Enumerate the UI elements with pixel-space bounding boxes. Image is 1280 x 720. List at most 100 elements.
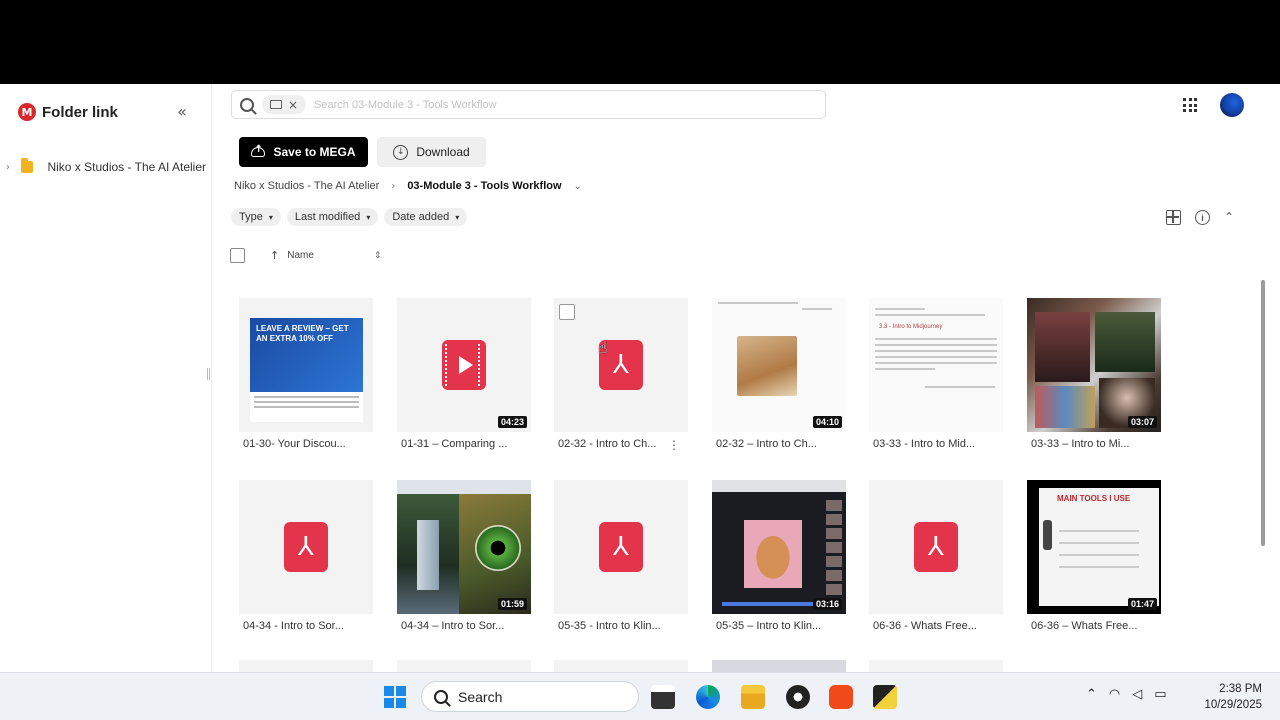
download-button[interactable]: ↓ Download [377, 137, 486, 167]
sidebar-resize-handle[interactable] [207, 368, 210, 380]
file-card-partial[interactable] [869, 660, 1003, 672]
file-thumbnail[interactable]: MAIN TOOLS I USE 01:47 [1027, 480, 1161, 614]
file-card[interactable]: MAIN TOOLS I USE 01:47 06-36 – Whats Fre… [1027, 480, 1161, 632]
eye-artwork-frame [397, 480, 531, 614]
scrollbar-thumb[interactable] [1261, 280, 1265, 546]
chevron-down-icon[interactable]: ⌄ [574, 181, 582, 192]
grid-view-icon[interactable] [1166, 210, 1181, 225]
file-card[interactable]: 04:10 02-32 – Intro to Ch... [712, 298, 846, 450]
taskbar-search[interactable]: Search [421, 681, 639, 712]
file-thumbnail[interactable]: 03:16 [712, 480, 846, 614]
wifi-icon[interactable]: ◠ [1109, 687, 1120, 702]
battery-icon[interactable]: ▭ [1154, 687, 1166, 702]
file-card[interactable]: ⅄ 05-35 - Intro to Klin... [554, 480, 688, 632]
file-thumbnail[interactable]: 04:23 [397, 298, 531, 432]
file-card[interactable]: ⅄ 02-32 - Intro to Ch... ⋮ [554, 298, 688, 452]
file-name: 05-35 – Intro to Klin... [716, 620, 822, 632]
file-card-partial[interactable] [397, 660, 531, 672]
file-card-partial[interactable] [712, 660, 846, 672]
file-card[interactable]: 04:23 01-31 – Comparing ... [397, 298, 531, 450]
doc-heading: 3.3 - Intro to Midjourney [879, 324, 943, 330]
taskbar: Search ⌃ ◠ ◁ ▭ 2:38 PM 10/29/2025 [0, 672, 1280, 720]
save-to-mega-label: Save to MEGA [273, 145, 356, 159]
file-thumbnail[interactable]: 01:59 [397, 480, 531, 614]
search-bar[interactable]: × Search 03-Module 3 - Tools Workflow [231, 90, 826, 119]
obs-icon[interactable] [786, 685, 810, 709]
sort-label: Name [287, 250, 314, 261]
file-card-partial[interactable] [239, 660, 373, 672]
save-to-mega-button[interactable]: Save to MEGA [239, 137, 368, 167]
collapse-up-icon[interactable]: ⌃ [1224, 210, 1234, 225]
video-duration: 03:16 [812, 598, 842, 610]
apps-grid-icon[interactable] [1183, 98, 1197, 112]
pdf-icon: ⅄ [284, 522, 328, 572]
chevron-down-icon: ▾ [366, 212, 371, 222]
breadcrumb-root[interactable]: Niko x Studios - The AI Atelier [234, 180, 379, 192]
breadcrumb-current[interactable]: 03-Module 3 - Tools Workflow [407, 180, 561, 192]
brand[interactable]: M Folder link [18, 103, 118, 121]
tree-item-root-folder[interactable]: › Niko x Studios - The AI Atelier [6, 156, 206, 178]
more-options-icon[interactable]: ⋮ [668, 438, 680, 452]
file-thumbnail[interactable]: ⅄ [554, 298, 688, 432]
sticky-notes-icon[interactable] [873, 685, 897, 709]
file-card[interactable]: 01:59 04-34 – Intro to Sor... [397, 480, 531, 632]
sort-toggle-icon[interactable]: ⇕ [374, 251, 382, 261]
file-thumbnail[interactable]: LEAVE A REVIEW – GET AN EXTRA 10% OFF [239, 298, 373, 432]
clear-scope-icon[interactable]: × [288, 98, 298, 112]
file-thumbnail[interactable]: 3.3 - Intro to Midjourney [869, 298, 1003, 432]
info-icon[interactable]: i [1195, 210, 1210, 225]
filter-label: Last modified [294, 211, 361, 223]
sort-bar: ↑ Name ⇕ [230, 248, 381, 263]
system-tray: ⌃ ◠ ◁ ▭ [1086, 687, 1167, 702]
cloud-upload-icon [251, 144, 266, 157]
file-name: 05-35 - Intro to Klin... [558, 620, 661, 632]
file-name: 03-33 - Intro to Mid... [873, 438, 976, 450]
sort-by-name[interactable]: ↑ Name [270, 249, 314, 262]
portrait-collage-frame [1027, 298, 1161, 432]
pdf-icon: ⅄ [599, 522, 643, 572]
file-card[interactable]: 03:07 03-33 – Intro to Mi... [1027, 298, 1161, 450]
file-card[interactable]: LEAVE A REVIEW – GET AN EXTRA 10% OFF 01… [239, 298, 373, 450]
video-duration: 01:47 [1127, 598, 1157, 610]
file-name: 06-36 – Whats Free... [1031, 620, 1138, 632]
windows-start-icon[interactable] [384, 686, 406, 708]
sort-arrow-up-icon: ↑ [270, 249, 280, 262]
tray-overflow-chevron-icon[interactable]: ⌃ [1086, 687, 1097, 702]
filter-date-added[interactable]: Date added ▾ [384, 208, 468, 226]
filter-bar: Type ▾ Last modified ▾ Date added ▾ [231, 208, 468, 226]
file-thumbnail[interactable]: ⅄ [239, 480, 373, 614]
filter-last-modified[interactable]: Last modified ▾ [286, 208, 379, 226]
search-input[interactable]: Search 03-Module 3 - Tools Workflow [314, 99, 496, 111]
file-name: 01-30- Your Discou... [243, 438, 346, 450]
folder-scope-chip[interactable]: × [262, 95, 307, 114]
clock[interactable]: 2:38 PM 10/29/2025 [1196, 681, 1262, 713]
volume-icon[interactable]: ◁ [1132, 687, 1142, 702]
file-card[interactable]: 3.3 - Intro to Midjourney 03-33 - Intro … [869, 298, 1003, 450]
mouse-cursor-icon: ☝ [598, 338, 608, 357]
collapse-sidebar-button[interactable]: « [172, 101, 192, 121]
file-card[interactable]: ⅄ 06-36 - Whats Free... [869, 480, 1003, 632]
file-thumbnail[interactable]: 03:07 [1027, 298, 1161, 432]
file-select-checkbox[interactable] [559, 304, 575, 320]
file-card[interactable]: ⅄ 04-34 - Intro to Sor... [239, 480, 373, 632]
chevron-right-icon[interactable]: › [6, 162, 15, 173]
select-all-checkbox[interactable] [230, 248, 245, 263]
download-label: Download [416, 145, 470, 159]
video-duration: 03:07 [1127, 416, 1157, 428]
file-thumbnail[interactable]: ⅄ [554, 480, 688, 614]
filter-type[interactable]: Type ▾ [231, 208, 281, 226]
file-card[interactable]: 03:16 05-35 – Intro to Klin... [712, 480, 846, 632]
search-icon [434, 689, 448, 704]
file-name: 01-31 – Comparing ... [401, 438, 508, 450]
view-controls: i ⌃ [1166, 210, 1234, 225]
file-thumbnail[interactable]: ⅄ [869, 480, 1003, 614]
task-view-icon[interactable] [651, 685, 675, 709]
chevron-down-icon: ▾ [455, 212, 460, 222]
edge-browser-icon[interactable] [696, 685, 720, 709]
window-top-black-area [0, 0, 1280, 84]
brave-browser-icon[interactable] [829, 685, 853, 709]
file-card-partial[interactable] [554, 660, 688, 672]
file-thumbnail[interactable]: 04:10 [712, 298, 846, 432]
avatar[interactable] [1220, 93, 1244, 117]
file-explorer-icon[interactable] [741, 685, 765, 709]
